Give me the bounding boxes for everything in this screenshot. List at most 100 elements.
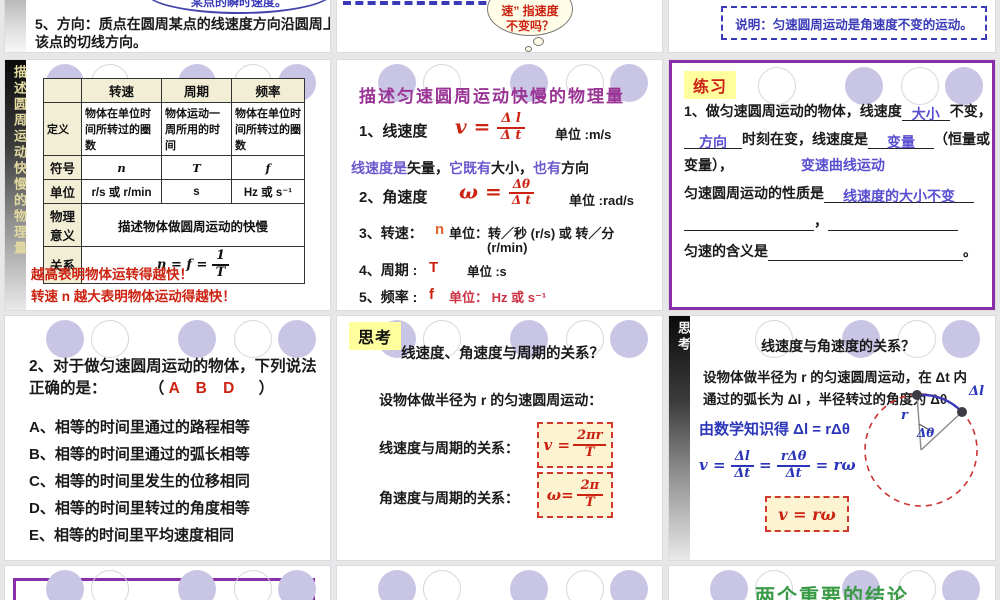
slide-quantity-definitions[interactable]: 描述匀速圆周运动快慢的物理量 1、线速度 v = Δ lΔ t 单位 :m/s … (337, 60, 662, 310)
practice-line3: 变量）， 变速曲线运动 (684, 155, 885, 175)
formula-lhs: ω = (459, 179, 502, 204)
row-label: 物理意义 (43, 203, 82, 247)
direction-line-1: 5、方向：质点在圆周某点的线速度方向沿圆周上 (35, 16, 330, 32)
note-text: 说明：匀速圆周运动是角速度不变的运动。 (735, 17, 973, 32)
circle-diagram: r Δθ Δl (859, 374, 991, 524)
slide-velocity-direction[interactable]: 某点的瞬时速度。 5、方向：质点在圆周某点的线速度方向沿圆周上 该点的切线方向。 (5, 0, 330, 52)
item3-label: 3、转速： (359, 225, 423, 241)
slide-sorter-canvas[interactable]: 某点的瞬时速度。 5、方向：质点在圆周某点的线速度方向沿圆周上 该点的切线方向。… (0, 0, 1000, 600)
slide-v-equals-r-omega[interactable]: 思考 线速度与角速度的关系？ 设物体做半径为 r 的匀速圆周运动，在 Δt 内 … (669, 316, 995, 560)
slide-angular-note[interactable]: 说明：匀速圆周运动是角速度不变的运动。 (669, 0, 995, 52)
radius-label: r (901, 408, 908, 423)
cell: f (231, 155, 305, 180)
cell: Hz 或 s⁻¹ (231, 179, 305, 204)
cell: 物体在单位时间所转过的圈数 (231, 102, 305, 156)
answer: 变速曲线运动 (800, 157, 885, 173)
col-header: 频率 (231, 78, 305, 103)
vertical-title: 描述圆周运动快慢的物理量 (12, 65, 27, 257)
think-badge: 思考 (349, 322, 402, 350)
frac-num: 2π (576, 478, 604, 496)
relation1-label: 线速度与周期的关系： (379, 440, 519, 456)
answer: 方向 (699, 134, 727, 150)
text: ， (814, 213, 828, 229)
question-line1: 2、对于做匀速圆周运动的物体，下列说法 (29, 358, 317, 375)
vertical-think-badge: 思考 (676, 321, 691, 353)
item5-symbol: f (429, 286, 434, 303)
formula-lhs: v = (543, 436, 571, 454)
text: 匀速圆周运动的性质是 (684, 185, 824, 201)
item4-unit: 单位 :s (467, 265, 507, 279)
result-formula-box: v = rω (765, 496, 849, 532)
answer: 线速度的大小不变 (843, 188, 955, 204)
item4-label: 4、周期 : (359, 262, 418, 278)
deco-circle (234, 320, 272, 358)
equals: = (759, 455, 772, 474)
item5-label: 5、频率 : (359, 289, 418, 305)
deco-circle (46, 320, 84, 358)
slide-partial-center[interactable] (337, 566, 662, 600)
cloud-tail-dot-small (525, 46, 532, 52)
setup-text: 设物体做半径为 r 的匀速圆周运动： (379, 392, 603, 408)
option-d: D、相等的时间里转过的角度相等 (29, 500, 250, 517)
deco-circle (46, 570, 84, 600)
math-note: 由数学知识得 Δl = rΔθ (699, 421, 850, 438)
deco-circle (510, 570, 548, 600)
text: 变量）， (684, 157, 733, 173)
relation2-label: 角速度与周期的关系： (379, 490, 519, 506)
deco-circle (278, 570, 316, 600)
item5-unit: 单位： Hz 或 s⁻¹ (449, 290, 547, 305)
item1-unit: 单位 :m/s (555, 127, 612, 142)
slide-partial-conclusions[interactable]: 两个重要的结论 (669, 566, 995, 600)
frac-den: Δt (734, 465, 751, 481)
vector-seg: 线速度是 (351, 160, 407, 176)
direction-line-2: 该点的切线方向。 (35, 34, 147, 50)
item3-unit: 单位：转／秒 (r/s) 或 转／分 (449, 226, 615, 241)
cloud-text-2: 不变吗？ (505, 19, 554, 33)
think-question: 线速度、角速度与周期的关系？ (401, 346, 604, 362)
text: （恒量或 (934, 131, 990, 147)
slide-quantities-table[interactable]: 描述圆周运动快慢的物理量 转速 周期 频率 定义 物体在单位时间所转过的圈数 物… (5, 60, 330, 310)
deco-circle (845, 67, 883, 105)
option-a: A、相等的时间里通过的路程相等 (29, 419, 250, 436)
relation2-formula-box: ω= 2π T (537, 472, 613, 518)
row-label: 符号 (43, 155, 82, 180)
cell: 描述物体做圆周运动的快慢 (81, 203, 305, 247)
paren: ） (258, 380, 275, 397)
deco-circle (178, 320, 216, 358)
table-row: 定义 物体在单位时间所转过的圈数 物体运动一周所用的时间 物体在单位时间所转过的… (43, 102, 305, 156)
slide-period-relations[interactable]: 思考 线速度、角速度与周期的关系？ 设物体做半径为 r 的匀速圆周运动： 线速度… (337, 316, 662, 560)
item3-symbol: n (435, 221, 445, 238)
frac-num: Δ l (497, 111, 525, 129)
slide-partial-bordered[interactable] (5, 566, 330, 600)
deco-circle (758, 67, 796, 105)
frac-den: T (585, 495, 595, 510)
text: 正确的是： (29, 380, 107, 397)
item4-symbol: T (429, 259, 439, 276)
deco-circle (610, 570, 648, 600)
deco-circle (942, 320, 980, 358)
frac-den: T (584, 445, 595, 460)
note-box: 说明：匀速圆周运动是角速度不变的运动。 (721, 6, 987, 40)
item1-formula: v = Δ lΔ t (455, 111, 525, 144)
cell: n (81, 155, 162, 180)
item2-formula: ω = Δθ Δ t (459, 177, 535, 208)
slide-multiple-choice[interactable]: 2、对于做匀速圆周运动的物体，下列说法 正确的是： （ A B D ） A、相等… (5, 316, 330, 560)
slide-practice[interactable]: 练习 1、做匀速圆周运动的物体，线速度 大小 不变， 方向 时刻在变，线速度是 变量 （恒… (669, 60, 995, 310)
deco-circle (566, 570, 604, 600)
cell: T (161, 155, 232, 180)
text: 。 (963, 243, 977, 259)
item1-label: 1、线速度 (359, 123, 428, 140)
cell: 物体在单位时间所转过的圈数 (81, 102, 162, 156)
option-e: E、相等的时间里平均速度相同 (29, 527, 235, 544)
quantities-table: 转速 周期 频率 定义 物体在单位时间所转过的圈数 物体运动一周所用的时间 物体… (43, 78, 305, 284)
slide-uniform-speed-question[interactable]: 速” 指速度 不变吗？ (337, 0, 662, 52)
note-rotation: 转速 n 越大表明物体运动得越快！ (31, 289, 236, 304)
text: 匀速的含义是 (684, 243, 768, 259)
formula-lhs: v = (455, 114, 491, 139)
practice-line6: 匀速的含义是 。 (684, 241, 977, 261)
practice-line2: 方向 时刻在变，线速度是 变量 （恒量或 (684, 129, 990, 150)
deco-circle (945, 67, 983, 105)
deco-circle (91, 570, 129, 600)
deco-circle (378, 570, 416, 600)
text: 不变， (949, 103, 992, 119)
